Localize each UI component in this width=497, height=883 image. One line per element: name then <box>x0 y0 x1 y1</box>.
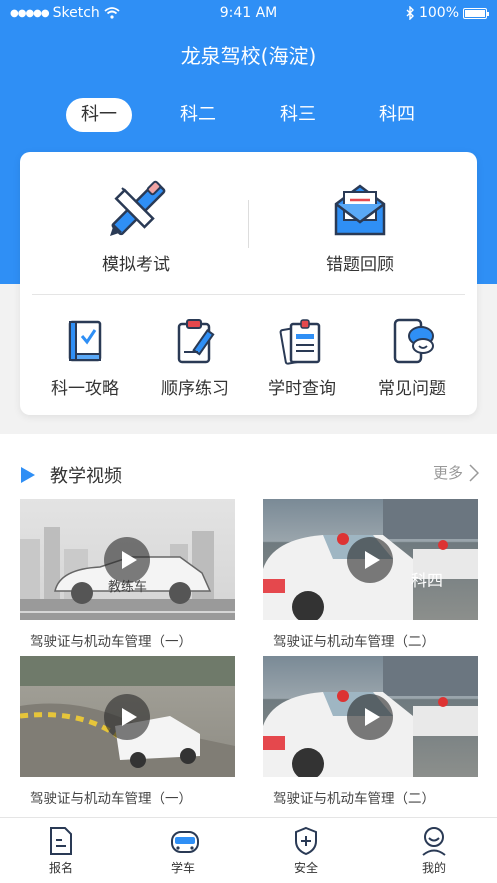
book-icon <box>68 320 102 362</box>
video-thumbnail: 教练车 <box>20 499 235 620</box>
battery-icon <box>463 7 489 19</box>
videos-section: 教学视频 更多 教练车 驾驶证与机动车管理（一） 科四 驾驶证与机动车管理（二）… <box>0 434 497 817</box>
video-title: 驾驶证与机动车管理（一） <box>30 791 192 807</box>
video-card[interactable]: 科四 驾驶证与机动车管理（二） <box>263 499 478 650</box>
more-label: 更多 <box>432 464 463 482</box>
chevron-right-icon <box>469 463 479 482</box>
car-icon <box>171 831 199 853</box>
tab-mine[interactable]: 我的 <box>394 818 474 883</box>
sequential-practice-label: 顺序练习 <box>161 379 229 399</box>
videos-title: 教学视频 <box>50 466 122 487</box>
hours-query-label: 学时查询 <box>268 379 336 399</box>
hours-query-button[interactable]: 学时查询 <box>252 312 352 399</box>
documents-icon <box>279 319 321 365</box>
wrong-review-button[interactable]: 错题回顾 <box>260 180 460 280</box>
video-title: 驾驶证与机动车管理（一） <box>30 634 192 650</box>
divider <box>248 200 249 248</box>
mock-exam-button[interactable]: 模拟考试 <box>36 180 236 280</box>
phone-chat-icon <box>393 318 434 364</box>
divider <box>32 294 465 295</box>
tab-safety-label: 安全 <box>293 861 318 875</box>
video-card[interactable]: 教练车 驾驶证与机动车管理（一） <box>20 499 235 650</box>
school-title: 龙泉驾校(海淀) <box>180 44 317 68</box>
more-link[interactable]: 更多 <box>433 462 479 483</box>
tab-subject-1[interactable]: 科一 <box>66 98 132 132</box>
video-card[interactable]: 驾驶证与机动车管理（一） <box>20 656 235 807</box>
faq-button[interactable]: 常见问题 <box>362 312 462 399</box>
video-title: 驾驶证与机动车管理（二） <box>273 634 435 650</box>
video-overlay-text: 科四 <box>411 571 444 590</box>
play-button-icon[interactable] <box>104 537 150 583</box>
tab-safety[interactable]: 安全 <box>266 818 346 883</box>
tab-mine-label: 我的 <box>421 861 446 875</box>
mail-icon <box>334 184 386 236</box>
mock-exam-label: 模拟考试 <box>102 255 170 275</box>
bluetooth-icon <box>406 6 414 20</box>
actions-card: 模拟考试 错题回顾 科一攻略 顺序练习 学时查询 常见问题 <box>20 152 477 415</box>
play-triangle-icon <box>21 467 35 483</box>
battery-percent: 100% <box>418 5 459 21</box>
video-title: 驾驶证与机动车管理（二） <box>273 791 435 807</box>
play-button-icon[interactable] <box>347 694 393 740</box>
tab-subject-4[interactable]: 科四 <box>364 98 430 132</box>
document-icon <box>50 827 72 855</box>
tab-learn-driving[interactable]: 学车 <box>143 818 223 883</box>
videos-header: 教学视频 <box>20 462 122 488</box>
tab-enroll-label: 报名 <box>48 861 73 875</box>
video-card[interactable]: 驾驶证与机动车管理（二） <box>263 656 478 807</box>
user-icon <box>422 827 446 856</box>
tab-bar: 报名 学车 安全 我的 <box>0 817 497 883</box>
shield-plus-icon <box>295 826 317 856</box>
clipboard-pen-icon <box>177 319 215 364</box>
video-thumbnail <box>20 656 235 777</box>
strategy-label: 科一攻略 <box>51 379 119 399</box>
video-thumbnail <box>263 656 478 777</box>
tab-subject-3[interactable]: 科三 <box>265 98 331 132</box>
tab-enroll[interactable]: 报名 <box>21 818 101 883</box>
subject-tabs: 科一 科二 科三 科四 <box>0 98 497 132</box>
video-thumbnail: 科四 <box>263 499 478 620</box>
tab-learn-driving-label: 学车 <box>170 861 195 875</box>
faq-label: 常见问题 <box>378 379 446 399</box>
tab-subject-2[interactable]: 科二 <box>165 98 231 132</box>
play-button-icon[interactable] <box>347 537 393 583</box>
status-bar: ●●●●● Sketch 9:41 AM 100% <box>0 0 497 28</box>
play-button-icon[interactable] <box>104 694 150 740</box>
wrong-review-label: 错题回顾 <box>326 255 394 275</box>
pencil-ruler-icon <box>110 180 166 236</box>
sequential-practice-button[interactable]: 顺序练习 <box>145 312 245 399</box>
strategy-button[interactable]: 科一攻略 <box>35 312 135 399</box>
